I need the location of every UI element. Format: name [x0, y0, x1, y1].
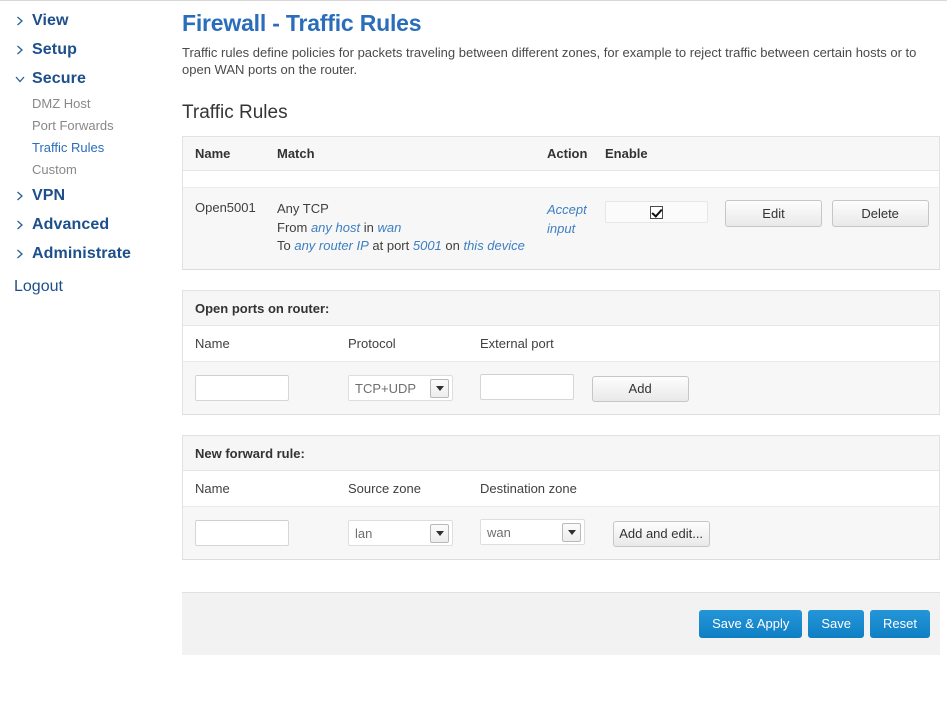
protocol-select-value: TCP+UDP: [355, 380, 417, 396]
sidebar-item-custom[interactable]: Custom: [0, 159, 170, 181]
chevron-down-icon: [562, 522, 581, 542]
sidebar-group-advanced[interactable]: Advanced: [0, 210, 170, 239]
sidebar-group-label: Setup: [32, 40, 77, 58]
traffic-rules-table: Name Match Action Enable Open5001 Any TC…: [182, 136, 940, 270]
forward-rule-name-cell: [195, 520, 348, 546]
external-port-input[interactable]: [480, 374, 574, 401]
match-dest-device: this device: [463, 238, 525, 253]
add-port-button[interactable]: Add: [591, 375, 689, 402]
destination-zone-select-value: wan: [487, 524, 511, 540]
rule-buttons: Edit Delete: [725, 200, 939, 230]
match-on-word: on: [441, 238, 464, 253]
match-dest-port: 5001: [412, 238, 442, 253]
new-forward-rule-title: New forward rule:: [183, 436, 939, 471]
sidebar-item-traffic-rules[interactable]: Traffic Rules: [0, 137, 170, 159]
save-button[interactable]: Save: [808, 610, 865, 638]
match-in-word: in: [360, 220, 378, 235]
protocol-select[interactable]: TCP+UDP: [348, 375, 453, 401]
reset-button[interactable]: Reset: [870, 610, 930, 638]
match-from-prefix: From: [277, 220, 311, 235]
forward-rule-name-input[interactable]: [195, 520, 289, 546]
source-zone-cell: lan: [348, 520, 480, 546]
sidebar-group-label: VPN: [32, 186, 66, 204]
chevron-right-icon: [14, 248, 32, 260]
column-header-source-zone: Source zone: [348, 481, 421, 496]
sidebar: View Setup Secure DMZ Host Port Forwards…: [0, 1, 170, 707]
match-at-port-word: at port: [368, 238, 413, 253]
chevron-down-icon: [14, 73, 32, 85]
source-zone-select-value: lan: [355, 525, 373, 541]
table-row: Open5001 Any TCP From any host in wan To…: [183, 188, 939, 269]
open-ports-title: Open ports on router:: [183, 291, 939, 326]
open-ports-header-row: Name Protocol External port: [183, 326, 939, 362]
match-to-prefix: To: [277, 238, 295, 253]
enable-checkbox-wrapper[interactable]: [605, 201, 708, 223]
save-apply-button[interactable]: Save & Apply: [699, 610, 803, 638]
column-header-enable: Enable: [605, 146, 648, 161]
column-header-external-port: External port: [480, 336, 554, 351]
match-source-host: any host: [310, 220, 361, 235]
column-header-name: Name: [195, 481, 230, 496]
open-ports-port-cell: Add: [480, 374, 939, 402]
sidebar-group-label: View: [32, 11, 69, 29]
new-forward-rule-form-row: lan wan Add and edit...: [183, 507, 939, 559]
sidebar-group-label: Administrate: [32, 244, 131, 262]
main-content: Firewall - Traffic Rules Traffic rules d…: [170, 1, 947, 707]
enable-checkbox[interactable]: [650, 205, 663, 219]
match-line-protocol: Any TCP: [277, 201, 329, 216]
chevron-right-icon: [14, 219, 32, 231]
rule-action-chain: input: [547, 221, 576, 236]
new-forward-rule-header-row: Name Source zone Destination zone: [183, 471, 939, 507]
match-dest-ip: any router IP: [294, 238, 369, 253]
source-zone-select[interactable]: lan: [348, 520, 453, 546]
chevron-right-icon: [14, 15, 32, 27]
match-line-source: From any host in wan: [277, 219, 547, 237]
column-header-name: Name: [195, 146, 231, 161]
match-source-zone: wan: [377, 220, 402, 235]
open-ports-name-cell: [195, 375, 348, 401]
edit-button[interactable]: Edit: [725, 200, 822, 227]
app-window: View Setup Secure DMZ Host Port Forwards…: [0, 0, 947, 707]
rule-enable-cell: [605, 200, 725, 223]
sidebar-group-vpn[interactable]: VPN: [0, 181, 170, 210]
table-header-row: Name Match Action Enable: [183, 137, 939, 171]
sidebar-group-label: Advanced: [32, 215, 110, 233]
rule-name: Open5001: [195, 200, 256, 215]
column-header-action: Action: [547, 146, 588, 161]
add-and-edit-button[interactable]: Add and edit...: [612, 520, 710, 547]
sidebar-item-port-forwards[interactable]: Port Forwards: [0, 115, 170, 137]
logout-link[interactable]: Logout: [0, 274, 170, 300]
open-ports-form-row: TCP+UDP Add: [183, 362, 939, 414]
open-ports-name-input[interactable]: [195, 375, 289, 401]
rule-match: Any TCP From any host in wan To any rout…: [277, 200, 547, 255]
sidebar-item-dmz-host[interactable]: DMZ Host: [0, 93, 170, 115]
rule-action: Accept input: [547, 200, 605, 238]
destination-zone-cell: wan Add and edit...: [480, 519, 939, 547]
table-spacer-row: [183, 171, 939, 188]
footer-actions: Save & Apply Save Reset: [182, 593, 940, 655]
delete-button[interactable]: Delete: [831, 200, 929, 227]
chevron-right-icon: [14, 44, 32, 56]
new-forward-rule-section: New forward rule: Name Source zone Desti…: [182, 435, 940, 560]
sidebar-group-setup[interactable]: Setup: [0, 35, 170, 64]
sidebar-group-view[interactable]: View: [0, 6, 170, 35]
column-header-protocol: Protocol: [348, 336, 396, 351]
open-ports-section: Open ports on router: Name Protocol Exte…: [182, 290, 940, 415]
sidebar-group-label: Secure: [32, 69, 86, 87]
open-ports-protocol-cell: TCP+UDP: [348, 375, 480, 401]
destination-zone-select[interactable]: wan: [480, 519, 585, 546]
match-line-destination: To any router IP at port 5001 on this de…: [277, 237, 547, 255]
column-header-destination-zone: Destination zone: [480, 481, 577, 496]
page-description: Traffic rules define policies for packet…: [182, 45, 917, 77]
column-header-name: Name: [195, 336, 230, 351]
page-title: Firewall - Traffic Rules: [182, 10, 422, 36]
chevron-down-icon: [430, 523, 449, 543]
chevron-down-icon: [430, 378, 449, 398]
rule-action-target: Accept: [547, 202, 587, 217]
section-title: Traffic Rules: [182, 102, 288, 123]
sidebar-group-administrate[interactable]: Administrate: [0, 239, 170, 268]
sidebar-group-secure[interactable]: Secure: [0, 64, 170, 93]
chevron-right-icon: [14, 190, 32, 202]
column-header-match: Match: [277, 146, 315, 161]
